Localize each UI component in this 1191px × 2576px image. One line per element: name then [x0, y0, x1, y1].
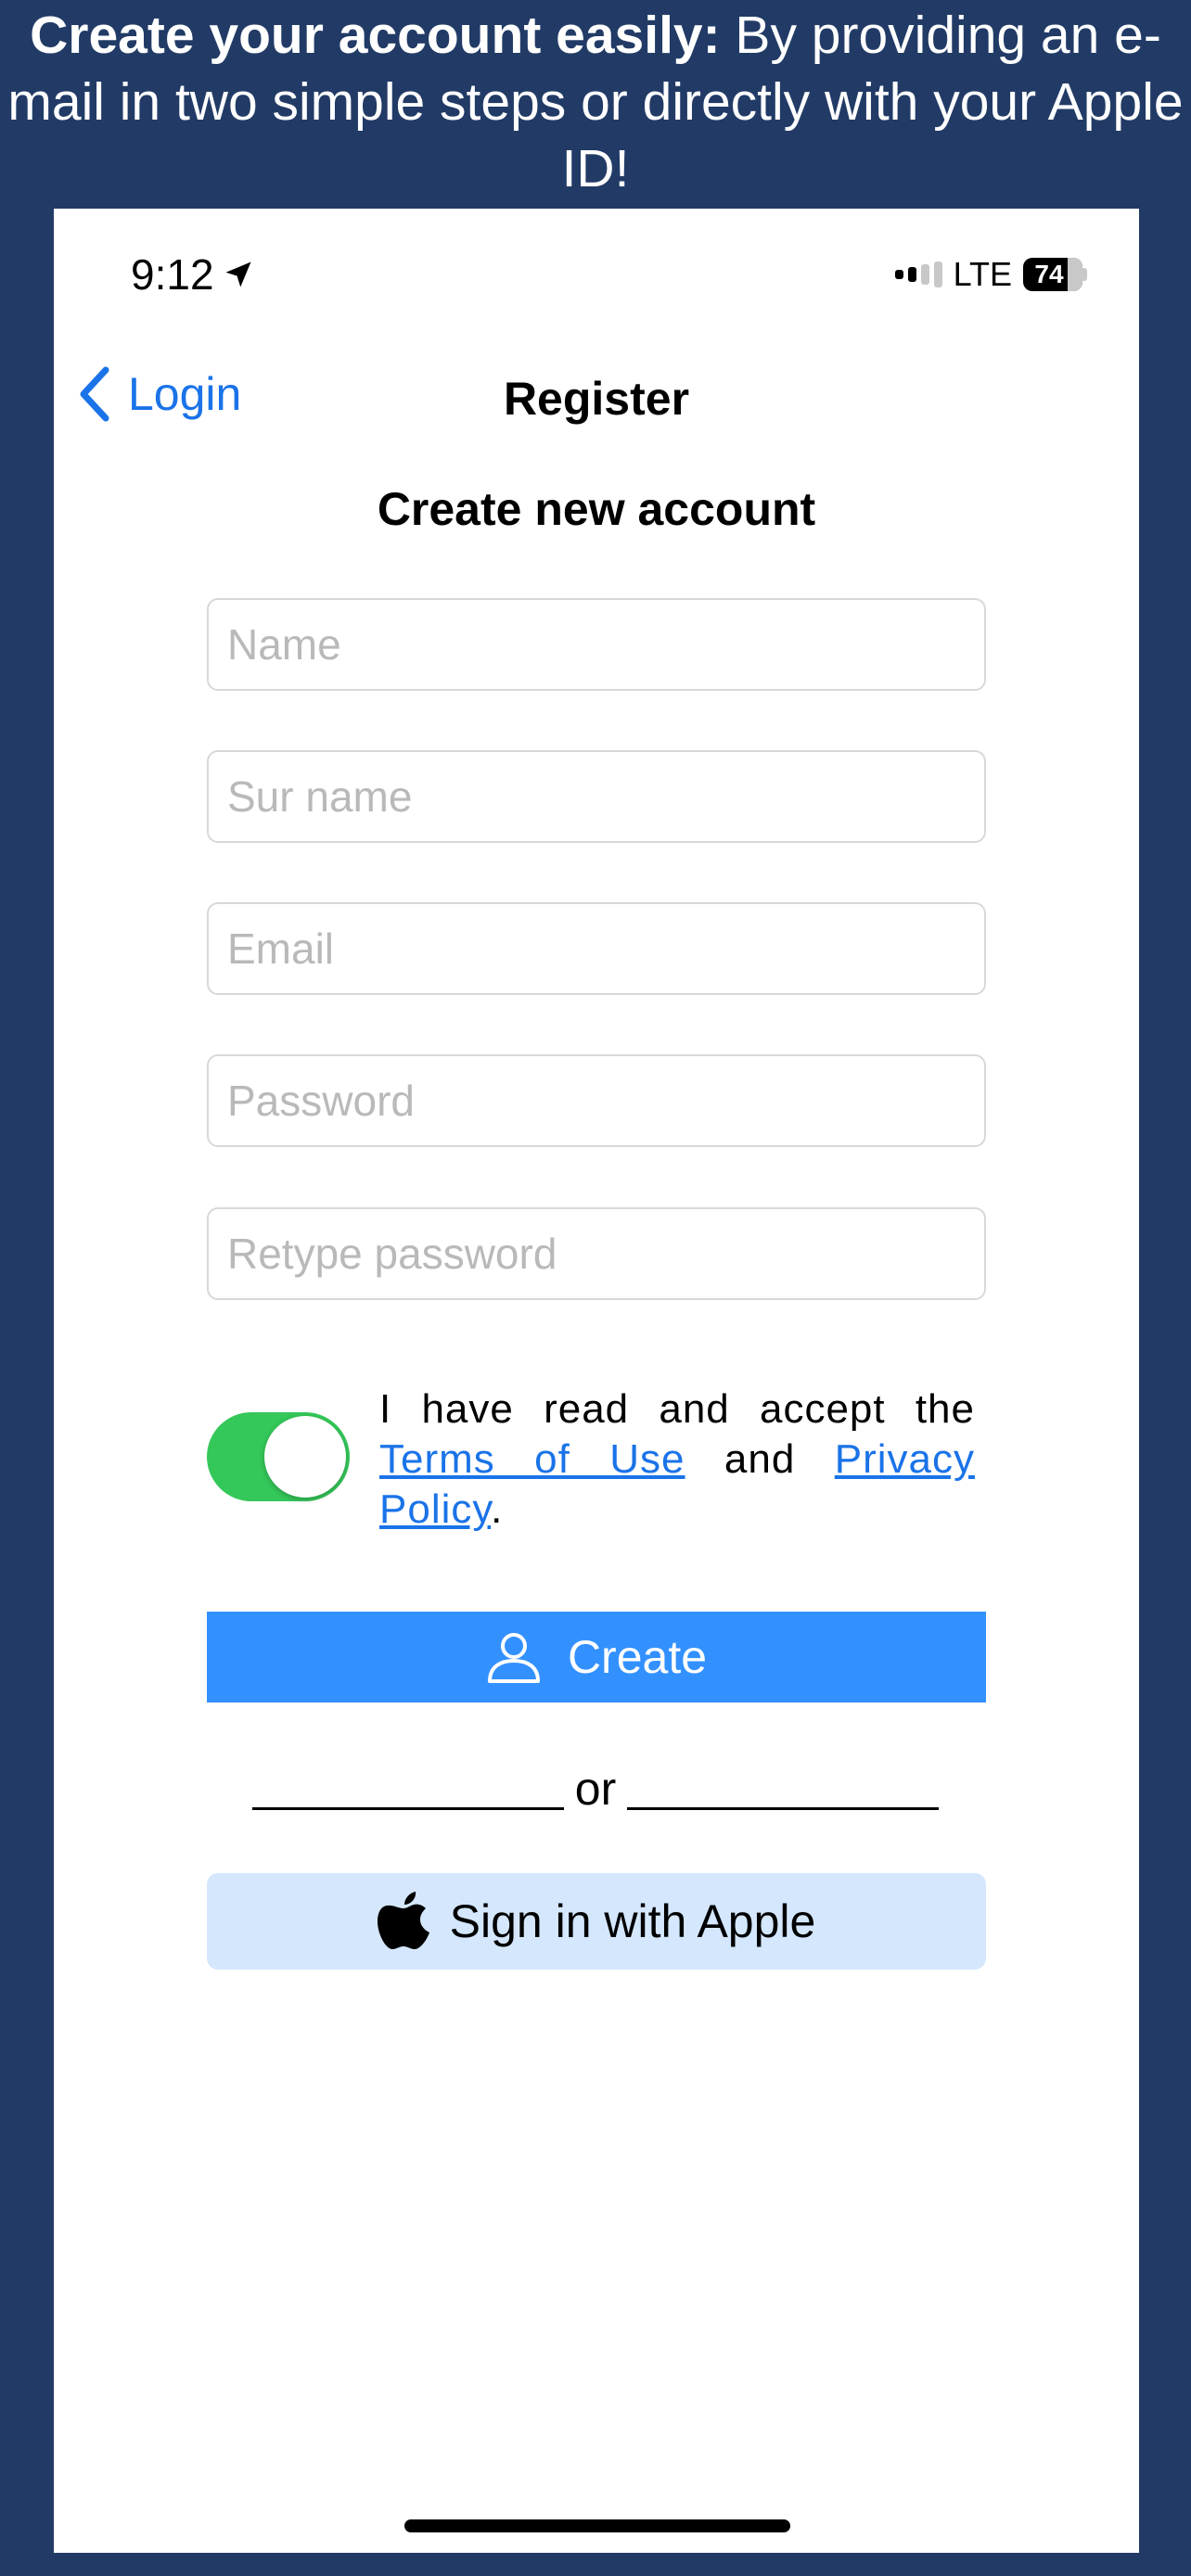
- sign-in-with-apple-button[interactable]: Sign in with Apple: [207, 1873, 986, 1970]
- terms-text: I have read and accept the Terms of Use …: [379, 1384, 975, 1535]
- nav-title: Register: [503, 373, 690, 425]
- create-button-label: Create: [567, 1631, 708, 1683]
- terms-prefix: I have read and accept the: [379, 1386, 975, 1432]
- apple-logo-icon: [377, 1892, 429, 1949]
- toggle-knob: [264, 1416, 346, 1498]
- apple-button-label: Sign in with Apple: [449, 1895, 816, 1947]
- create-button[interactable]: Create: [207, 1612, 986, 1702]
- divider-line-right: [627, 1807, 939, 1810]
- promo-caption: Create your account easily: By providing…: [0, 0, 1191, 209]
- retype-password-input[interactable]: [207, 1207, 986, 1300]
- battery-icon: 74: [1023, 258, 1087, 291]
- home-indicator[interactable]: [404, 2519, 790, 2532]
- terms-of-use-link[interactable]: Terms of Use: [379, 1436, 685, 1482]
- page-heading: Create new account: [377, 483, 816, 535]
- status-time: 9:12: [131, 249, 255, 300]
- phone-screen: 9:12 LTE 74 Login Register Create new ac…: [54, 209, 1139, 2553]
- cellular-signal-icon: [894, 261, 942, 287]
- location-arrow-icon: [225, 261, 251, 287]
- or-label: or: [574, 1763, 617, 1815]
- email-input[interactable]: [207, 902, 986, 995]
- terms-suffix: .: [491, 1486, 504, 1532]
- divider-line-left: [252, 1807, 564, 1810]
- status-time-label: 9:12: [131, 250, 214, 299]
- surname-input[interactable]: [207, 750, 986, 843]
- name-input[interactable]: [207, 598, 986, 691]
- accept-terms-toggle[interactable]: [207, 1412, 350, 1501]
- or-divider: or: [252, 1762, 939, 1816]
- promo-caption-bold: Create your account easily:: [30, 6, 721, 65]
- battery-level: 74: [1034, 260, 1064, 288]
- person-icon: [487, 1633, 540, 1683]
- terms-middle: and: [685, 1436, 835, 1482]
- network-type: LTE: [953, 255, 1012, 293]
- status-indicators: LTE 74: [894, 255, 1087, 294]
- password-input[interactable]: [207, 1054, 986, 1147]
